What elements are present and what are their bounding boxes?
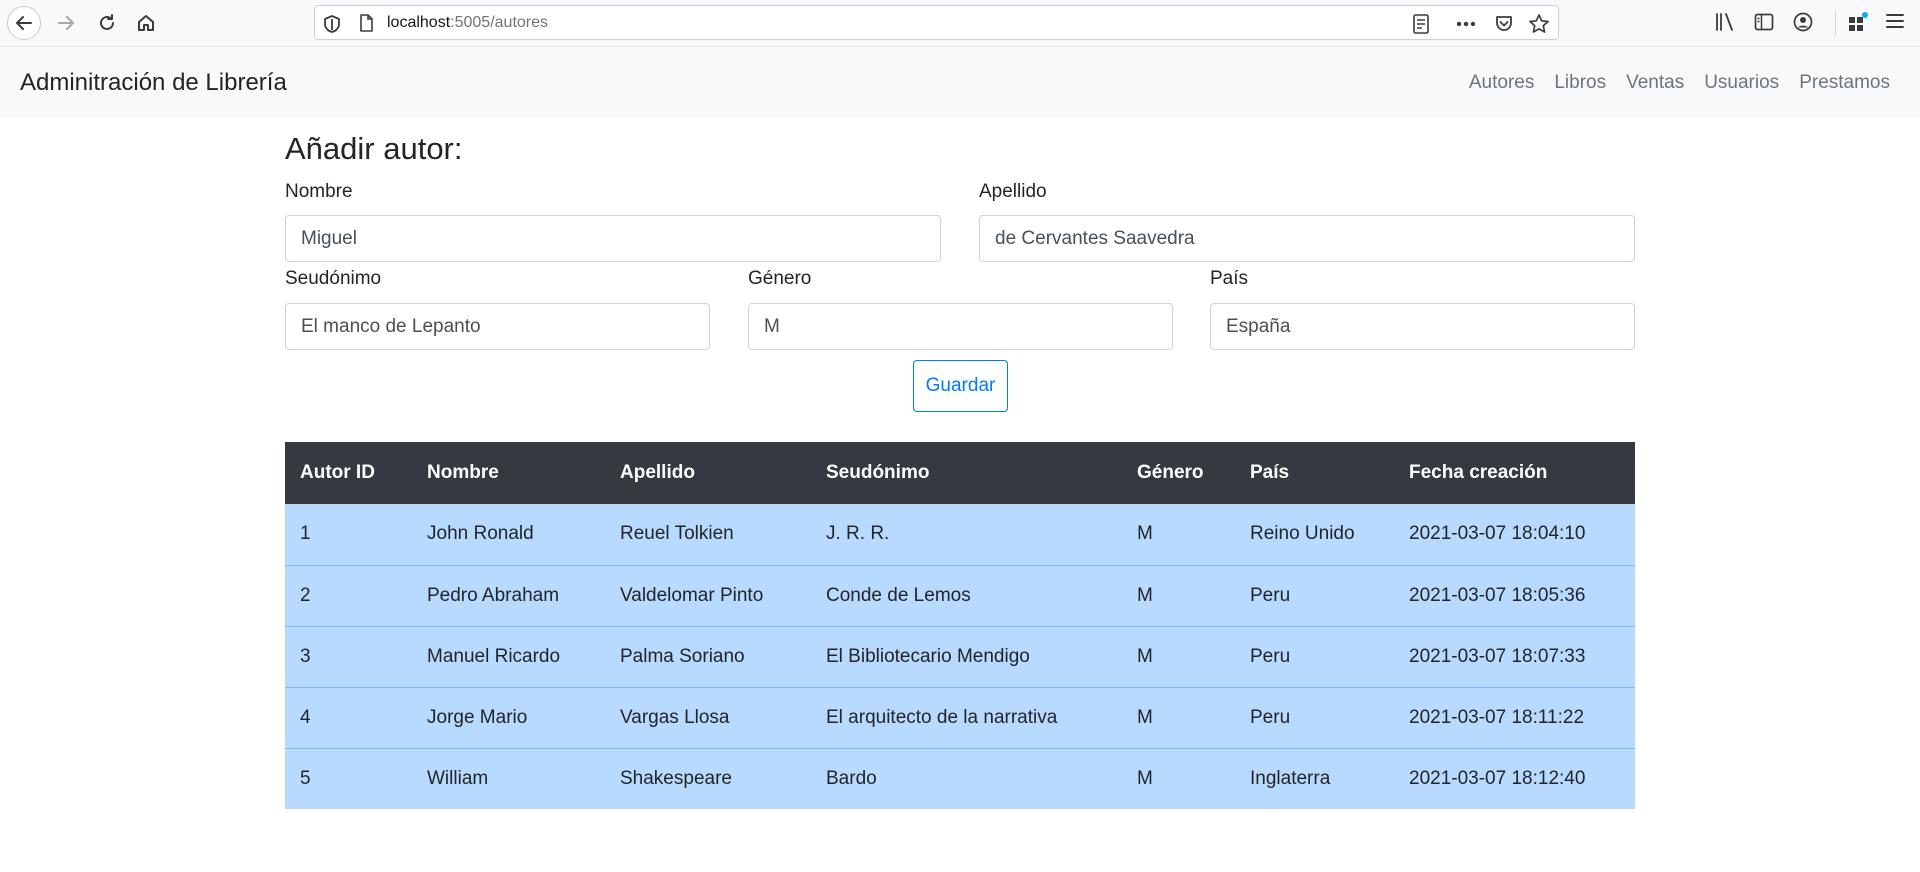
reload-icon bbox=[100, 14, 114, 30]
reload-button[interactable] bbox=[90, 6, 124, 40]
nombre-input[interactable] bbox=[285, 215, 941, 262]
cell-fecha-creacion: 2021-03-07 18:11:22 bbox=[1394, 686, 1635, 748]
cell-seudonimo: El Bibliotecario Mendigo bbox=[811, 625, 1122, 687]
account-icon[interactable] bbox=[1793, 12, 1813, 32]
table-row: 3 Manuel Ricardo Palma Soriano El Biblio… bbox=[285, 625, 1635, 687]
header-nombre: Nombre bbox=[412, 442, 605, 504]
cell-seudonimo: Conde de Lemos bbox=[811, 564, 1122, 626]
header-apellido: Apellido bbox=[605, 442, 811, 504]
forward-button[interactable] bbox=[49, 6, 83, 40]
seudonimo-input[interactable] bbox=[285, 303, 710, 350]
authors-table: Autor ID Nombre Apellido Seudónimo Géner… bbox=[285, 442, 1635, 809]
url-text[interactable]: localhost:5005/autores bbox=[387, 14, 548, 32]
header-autor-id: Autor ID bbox=[285, 442, 412, 504]
nav-link-ventas[interactable]: Ventas bbox=[1616, 71, 1694, 95]
cell-autor-id: 4 bbox=[285, 686, 412, 748]
header-seudonimo: Seudónimo bbox=[811, 442, 1122, 504]
nav-link-prestamos[interactable]: Prestamos bbox=[1789, 71, 1890, 95]
nav-link-autores[interactable]: Autores bbox=[1459, 71, 1544, 95]
sidebar-icon[interactable] bbox=[1754, 12, 1774, 32]
cell-apellido: Valdelomar Pinto bbox=[605, 564, 811, 626]
cell-genero: M bbox=[1122, 625, 1235, 687]
save-button[interactable]: Guardar bbox=[913, 360, 1008, 412]
pais-input[interactable] bbox=[1210, 303, 1635, 350]
browser-toolbar: localhost:5005/autores bbox=[0, 0, 1920, 47]
cell-genero: M bbox=[1122, 564, 1235, 626]
cell-pais: Peru bbox=[1235, 625, 1394, 687]
cell-fecha-creacion: 2021-03-07 18:05:36 bbox=[1394, 564, 1635, 626]
cell-genero: M bbox=[1122, 504, 1235, 565]
url-path: :5005/autores bbox=[450, 14, 549, 31]
bookmark-star-icon[interactable] bbox=[1528, 13, 1550, 35]
back-button[interactable] bbox=[7, 6, 41, 40]
cell-nombre: Manuel Ricardo bbox=[412, 625, 605, 687]
navbar-brand[interactable]: Adminitración de Librería bbox=[20, 68, 287, 98]
cell-apellido: Reuel Tolkien bbox=[605, 504, 811, 565]
cell-apellido: Palma Soriano bbox=[605, 625, 811, 687]
reader-view-icon[interactable] bbox=[1412, 14, 1430, 34]
nav-link-libros[interactable]: Libros bbox=[1544, 71, 1616, 95]
cell-autor-id: 3 bbox=[285, 625, 412, 687]
apellido-label: Apellido bbox=[979, 181, 1047, 202]
cell-seudonimo: J. R. R. bbox=[811, 504, 1122, 565]
cell-genero: M bbox=[1122, 686, 1235, 748]
table-row: 4 Jorge Mario Vargas Llosa El arquitecto… bbox=[285, 686, 1635, 748]
forward-arrow-icon bbox=[58, 16, 74, 30]
cell-fecha-creacion: 2021-03-07 18:12:40 bbox=[1394, 747, 1635, 809]
genero-input[interactable] bbox=[748, 303, 1173, 350]
cell-apellido: Shakespeare bbox=[605, 747, 811, 809]
extensions-icon[interactable] bbox=[1847, 12, 1869, 34]
cell-genero: M bbox=[1122, 747, 1235, 809]
table-row: 2 Pedro Abraham Valdelomar Pinto Conde d… bbox=[285, 564, 1635, 626]
header-genero: Género bbox=[1122, 442, 1235, 504]
header-fecha-creacion: Fecha creación bbox=[1394, 442, 1635, 504]
cell-fecha-creacion: 2021-03-07 18:07:33 bbox=[1394, 625, 1635, 687]
table-row: 5 William Shakespeare Bardo M Inglaterra… bbox=[285, 747, 1635, 809]
cell-autor-id: 2 bbox=[285, 564, 412, 626]
cell-pais: Inglaterra bbox=[1235, 747, 1394, 809]
cell-fecha-creacion: 2021-03-07 18:04:10 bbox=[1394, 504, 1635, 565]
hamburger-menu-icon[interactable] bbox=[1885, 12, 1905, 30]
nav-link-usuarios[interactable]: Usuarios bbox=[1694, 71, 1789, 95]
pais-label: País bbox=[1210, 268, 1249, 289]
table-header-row: Autor ID Nombre Apellido Seudónimo Géner… bbox=[285, 442, 1635, 504]
form-title: Añadir autor: bbox=[285, 131, 463, 166]
url-bar[interactable]: localhost:5005/autores bbox=[314, 5, 1559, 40]
cell-autor-id: 5 bbox=[285, 747, 412, 809]
genero-label: Género bbox=[748, 268, 812, 289]
seudonimo-label: Seudónimo bbox=[285, 268, 382, 289]
cell-pais: Peru bbox=[1235, 686, 1394, 748]
home-button[interactable] bbox=[129, 6, 163, 40]
pocket-icon[interactable] bbox=[1494, 14, 1514, 34]
nav-links: Autores Libros Ventas Usuarios Prestamos bbox=[1459, 71, 1890, 95]
nombre-label: Nombre bbox=[285, 181, 353, 202]
apellido-input[interactable] bbox=[979, 215, 1635, 262]
more-dots-icon[interactable] bbox=[1456, 21, 1476, 27]
cell-autor-id: 1 bbox=[285, 504, 412, 565]
cell-nombre: Jorge Mario bbox=[412, 686, 605, 748]
cell-pais: Peru bbox=[1235, 564, 1394, 626]
back-arrow-icon bbox=[16, 16, 32, 30]
toolbar-divider bbox=[1835, 10, 1836, 36]
app-navbar: Adminitración de Librería Autores Libros… bbox=[0, 48, 1920, 118]
cell-apellido: Vargas Llosa bbox=[605, 686, 811, 748]
cell-nombre: John Ronald bbox=[412, 504, 605, 565]
cell-nombre: William bbox=[412, 747, 605, 809]
cell-nombre: Pedro Abraham bbox=[412, 564, 605, 626]
cell-seudonimo: Bardo bbox=[811, 747, 1122, 809]
shield-icon[interactable] bbox=[323, 15, 341, 33]
url-host: localhost bbox=[387, 14, 451, 31]
cell-seudonimo: El arquitecto de la narrativa bbox=[811, 686, 1122, 748]
page-icon[interactable] bbox=[357, 14, 375, 32]
cell-pais: Reino Unido bbox=[1235, 504, 1394, 565]
table-row: 1 John Ronald Reuel Tolkien J. R. R. M R… bbox=[285, 504, 1635, 565]
header-pais: País bbox=[1235, 442, 1394, 504]
library-icon[interactable] bbox=[1714, 12, 1736, 32]
home-icon bbox=[138, 15, 154, 31]
